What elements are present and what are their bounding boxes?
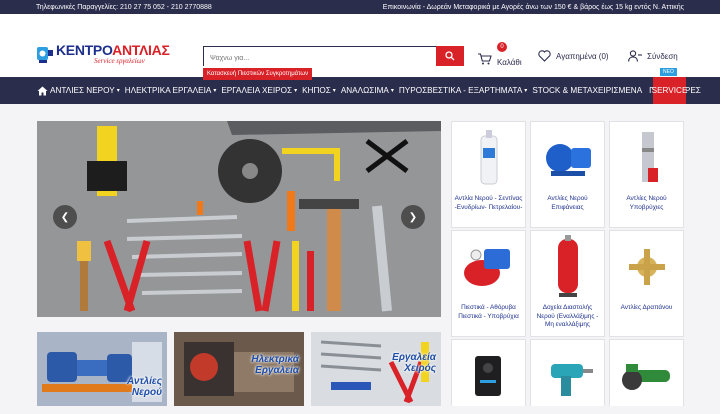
nav-item-garden[interactable]: ΚΗΠΟΣ ▾	[302, 86, 336, 95]
heart-icon	[538, 50, 551, 62]
banner-label: Ηλεκτρικά Εργαλεία	[251, 354, 299, 376]
category-card-pressure-systems[interactable]: Πιεστικά - Αθόρυβα Πιεστικά - Υποβρύχια	[451, 230, 526, 337]
category-card-drills[interactable]	[530, 339, 605, 406]
search-input[interactable]	[204, 49, 464, 68]
category-name: Αντλίες Νερού Επιφάνειας	[547, 195, 588, 211]
banner-label: Αντλίες Νερού	[126, 376, 162, 398]
chevron-down-icon: ▾	[294, 88, 298, 94]
chevron-down-icon: ▾	[524, 88, 528, 94]
user-add-icon	[628, 50, 642, 62]
category-image	[610, 231, 683, 303]
nav-item-stock-used[interactable]: STOCK & ΜΕΤΑΧΕΙΡΙΣΜΕΝΑ	[532, 86, 644, 95]
nav-item-hand-tools[interactable]: ΕΡΓΑΛΕΙΑ ΧΕΙΡΟΣ ▾	[221, 86, 297, 95]
slider-next-button[interactable]: ❯	[401, 205, 425, 229]
category-image	[452, 122, 525, 194]
nav-item-label: ΗΛΕΚΤΡΙΚΑ ΕΡΓΑΛΕΙΑ	[124, 86, 212, 95]
tools-slide-image	[37, 121, 441, 317]
free-shipping-notice[interactable]: Επικοινωνία - Δωρεάν Μεταφορικά με Αγορέ…	[383, 4, 684, 11]
search-button[interactable]	[436, 46, 464, 66]
nav-item-service[interactable]: SERVICE	[652, 77, 687, 104]
category-card-pressure-controllers[interactable]	[451, 339, 526, 406]
category-card-bilge-pumps[interactable]: Αντλία Νερού - Σεντίνας -Ενυδρίων- Πετρε…	[451, 121, 526, 228]
banner-hand-tools[interactable]: Εργαλεία Χειρός	[311, 332, 441, 406]
wishlist-link[interactable]: Αγαπημένα (0)	[538, 50, 609, 62]
phone-orders-text: Τηλεφωνικές Παραγγελίες: 210 27 75 052 -…	[36, 3, 212, 11]
category-image	[452, 231, 525, 303]
category-card-drill-pumps[interactable]: Αντλίες Δραπάνου	[609, 230, 684, 337]
home-icon[interactable]	[37, 86, 48, 96]
chevron-down-icon: ▾	[213, 88, 217, 94]
nav-item-label: ΑΝΤΛΙΕΣ ΝΕΡΟΥ	[50, 86, 115, 95]
category-image	[610, 122, 683, 194]
category-name: Δοχεία Διαστολής Νερού (Εναλλάξιμης - Μη…	[536, 304, 599, 329]
category-name: Αντλία Νερού - Σεντίνας -Ενυδρίων- Πετρε…	[454, 195, 523, 211]
angle-grinder-image	[621, 364, 670, 390]
category-card-expansion-vessels[interactable]: Δοχεία Διαστολής Νερού (Εναλλάξιμης - Μη…	[530, 230, 605, 337]
promo-link-pressure-systems[interactable]: Κατασκευή Πιεστικών Συγκροτημάτων	[203, 68, 313, 80]
nav-item-consumables[interactable]: ΑΝΑΛΩΣΙΜΑ ▾	[341, 86, 394, 95]
new-badge: ΝΕΟ	[660, 68, 677, 76]
category-name: Αντλίες Νερού Υποβρύχιες	[626, 195, 667, 211]
logo-tagline: Service εργαλείων	[94, 57, 145, 65]
category-card-surface-pumps[interactable]: Αντλίες Νερού Επιφάνειας	[530, 121, 605, 228]
main-nav: ΑΝΤΛΙΕΣ ΝΕΡΟΥ ▾ ΗΛΕΚΤΡΙΚΑ ΕΡΓΑΛΕΙΑ ▾ ΕΡΓΑΛ…	[0, 68, 720, 104]
pressure-controller-image	[474, 356, 501, 396]
chevron-down-icon: ▾	[332, 88, 336, 94]
logo-brand-b: ΑΝΤΛΙΑΣ	[112, 42, 170, 58]
cart-link[interactable]: 0 Καλάθι	[478, 42, 522, 67]
category-card-angle-grinders[interactable]	[609, 339, 684, 406]
category-image	[531, 122, 604, 194]
chevron-right-icon: ❯	[408, 211, 418, 223]
cart-icon	[478, 52, 492, 64]
login-label: Σύνδεση	[647, 51, 678, 61]
logo-brand-a: ΚΕΝΤΡΟ	[56, 42, 113, 58]
category-image	[452, 340, 525, 412]
wishlist-label: Αγαπημένα (0)	[556, 51, 609, 61]
logo-brand: ΚΕΝΤΡΟΑΝΤΛΙΑΣ	[56, 42, 170, 58]
category-image	[531, 340, 604, 412]
category-card-submersible-pumps[interactable]: Αντλίες Νερού Υποβρύχιες	[609, 121, 684, 228]
login-link[interactable]: Σύνδεση	[628, 50, 678, 62]
submersible-pump-image	[641, 132, 658, 182]
category-image	[531, 231, 604, 303]
banner-power-tools[interactable]: Ηλεκτρικά Εργαλεία	[174, 332, 304, 406]
nav-item-label: ΠΥΡΟΣΒΕΣΤΙΚΑ - ΕΞΑΡΤΗΜΑΤΑ	[398, 86, 523, 95]
nav-item-label: ΚΗΠΟΣ	[302, 86, 331, 95]
slider-prev-button[interactable]: ❮	[53, 205, 77, 229]
chevron-down-icon: ▾	[390, 88, 394, 94]
pressure-system-image	[463, 249, 510, 286]
category-image	[610, 340, 683, 412]
nav-item-label: STOCK & ΜΕΤΑΧΕΙΡΙΣΜΕΝΑ	[532, 86, 643, 95]
nav-item-fire-parts[interactable]: ΠΥΡΟΣΒΕΣΤΙΚΑ - ΕΞΑΡΤΗΜΑΤΑ ▾	[399, 86, 527, 95]
site-header: ΚΕΝΤΡΟΑΝΤΛΙΑΣ Service εργαλείων Κατασκευ…	[0, 14, 720, 80]
chevron-down-icon: ▾	[116, 88, 120, 94]
top-info-bar: Τηλεφωνικές Παραγγελίες: 210 27 75 052 -…	[0, 0, 720, 14]
bilge-pump-image	[480, 130, 497, 185]
banner-water-pumps[interactable]: Αντλίες Νερού	[37, 332, 167, 406]
category-name: Πιεστικά - Αθόρυβα Πιεστικά - Υποβρύχια	[458, 304, 519, 320]
cart-label: Καλάθι	[497, 58, 522, 67]
site-logo[interactable]: ΚΕΝΤΡΟΑΝΤΛΙΑΣ Service εργαλείων	[36, 42, 190, 68]
nav-item-power-tools[interactable]: ΗΛΕΚΤΡΙΚΑ ΕΡΓΑΛΕΙΑ ▾	[125, 86, 217, 95]
drill-image	[550, 364, 593, 396]
nav-item-water-pumps[interactable]: ΑΝΤΛΙΕΣ ΝΕΡΟΥ ▾	[50, 86, 120, 95]
surface-pump-image	[545, 144, 591, 176]
category-name: Αντλίες Δραπάνου	[620, 304, 673, 311]
banner-label: Εργαλεία Χειρός	[392, 352, 436, 374]
cart-count-badge: 0	[497, 42, 507, 52]
nav-item-label: ΑΝΑΛΩΣΙΜΑ	[340, 86, 389, 95]
pump-logo-icon	[37, 47, 53, 63]
chevron-left-icon: ❮	[60, 211, 70, 223]
search-icon	[445, 51, 455, 61]
search-box	[203, 46, 464, 68]
hero-slider[interactable]	[37, 121, 441, 317]
expansion-vessel-image	[557, 235, 578, 297]
nav-item-label: ΕΡΓΑΛΕΙΑ ΧΕΙΡΟΣ	[221, 86, 293, 95]
drill-pump-image	[628, 249, 665, 285]
